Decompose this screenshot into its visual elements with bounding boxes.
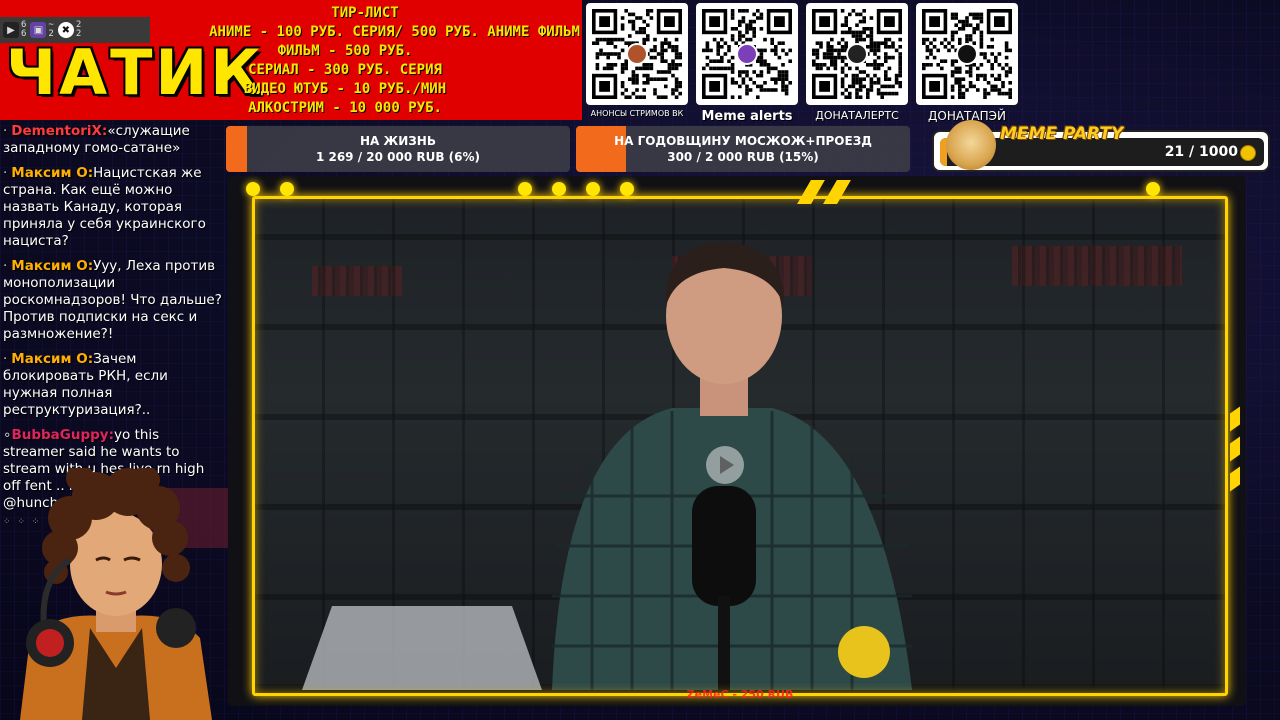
qr-label: ДОНАТАЛЕРТС	[815, 109, 899, 122]
frame-light-icon	[620, 182, 634, 196]
play-button[interactable]	[706, 446, 744, 484]
frame-light-icon	[1146, 182, 1160, 196]
qr-vk[interactable]: АНОНСЫ СТРИМОВ ВК	[586, 3, 688, 125]
frame-light-icon	[586, 182, 600, 196]
qr-code-icon	[586, 3, 688, 105]
tier-line: ВИДЕО ЮТУБ - 10 РУБ./МИН	[243, 81, 447, 97]
goal-title: НА ГОДОВЩИНУ МОСЖОЖ+ПРОЕЗД	[614, 134, 872, 148]
qr-logo	[736, 43, 758, 65]
chat-message: · DementoriX:«служащие западному гомо-сат…	[3, 123, 190, 156]
qr-donationalerts[interactable]: ДОНАТАЛЕРТС	[806, 3, 908, 125]
doge-icon	[946, 120, 996, 170]
qr-logo	[846, 43, 868, 65]
donation-caption: ZeMeC - 250 RUB	[686, 688, 794, 701]
frame-light-icon	[518, 182, 532, 196]
frame-light-icon	[246, 182, 260, 196]
tier-line: СЕРИАЛ - 300 РУБ. СЕРИЯ	[248, 62, 442, 78]
chat-message: · Максим О:Ууу, Леха против монополизации…	[3, 258, 222, 342]
coin-icon	[1240, 145, 1256, 161]
meme-party-title: MEME PARTY	[1000, 124, 1124, 144]
chat-message: · Максим О:Нацистская же страна. Как ещё …	[3, 165, 206, 249]
chat-username[interactable]: Максим О	[11, 165, 87, 181]
meme-party-count: 21 / 1000	[1164, 144, 1238, 160]
chat-username[interactable]: DementoriX	[11, 123, 102, 139]
tier-list: ТИР-ЛИСТ АНИМЕ - 100 РУБ. СЕРИЯ/ 500 РУБ…	[150, 4, 580, 118]
chat-username[interactable]: Максим О	[11, 351, 87, 367]
goal-progress-text: 300 / 2 000 RUB (15%)	[667, 150, 819, 164]
qr-code-row: АНОНСЫ СТРИМОВ ВК Meme alerts ДОНАТАЛЕРТ…	[586, 3, 1018, 125]
tier-line: ФИЛЬМ - 500 РУБ.	[277, 43, 413, 59]
donation-goal: НА ЖИЗНЬ 1 269 / 20 000 RUB (6%)	[226, 126, 570, 172]
frame-glow-border	[252, 196, 1228, 696]
chat-username[interactable]: BubbaGuppy	[11, 427, 108, 443]
qr-code-icon	[916, 3, 1018, 105]
goal-progress-text: 1 269 / 20 000 RUB (6%)	[315, 150, 481, 164]
donation-goal: НА ГОДОВЩИНУ МОСЖОЖ+ПРОЕЗД 300 / 2 000 R…	[576, 126, 910, 172]
qr-logo	[956, 43, 978, 65]
frame-light-icon	[280, 182, 294, 196]
chat-message: · Максим О:Зачем блокировать РКН, если ну…	[3, 351, 168, 418]
qr-meme-alerts[interactable]: Meme alerts	[696, 3, 798, 125]
tier-line: АНИМЕ - 100 РУБ. СЕРИЯ/ 500 РУБ. АНИМЕ Ф…	[209, 24, 580, 40]
goal-title: НА ЖИЗНЬ	[360, 134, 436, 148]
stream-overlay: ▶ 66 ▣ ~2 ✖ 22 ЧАТИК ТИР-ЛИСТ АНИМЕ - 10…	[0, 0, 1280, 720]
qr-label: Meme alerts	[701, 109, 793, 124]
qr-code-icon	[696, 3, 798, 105]
chat-username[interactable]: Максим О	[11, 258, 87, 274]
frame-light-icon	[552, 182, 566, 196]
qr-label: АНОНСЫ СТРИМОВ ВК	[590, 109, 684, 118]
tier-line: АЛКОСТРИМ - 10 000 РУБ.	[248, 100, 442, 116]
qr-logo	[626, 43, 648, 65]
qr-donatepay[interactable]: ДОНАТАПЭЙ	[916, 3, 1018, 125]
tier-list-heading: ТИР-ЛИСТ	[331, 5, 399, 21]
header-banner: ▶ 66 ▣ ~2 ✖ 22 ЧАТИК ТИР-ЛИСТ АНИМЕ - 10…	[0, 0, 582, 120]
streamer-avatar	[20, 468, 232, 720]
meme-party-widget: MEME PARTY 21 / 1000	[932, 120, 1270, 172]
qr-code-icon	[806, 3, 908, 105]
